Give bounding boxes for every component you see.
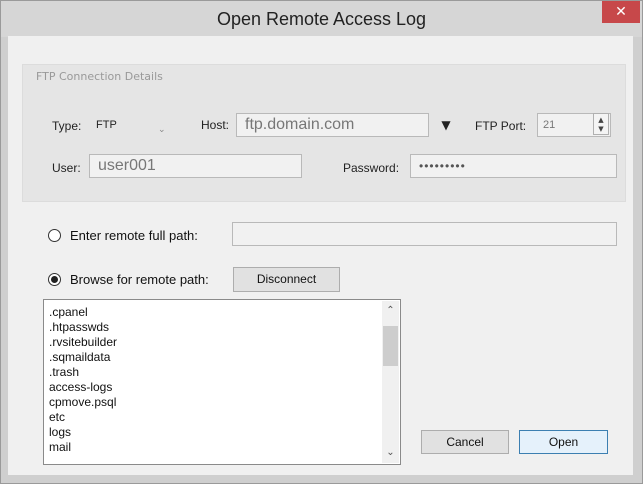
cancel-button[interactable]: Cancel <box>421 430 509 454</box>
list-item[interactable]: etc <box>49 410 65 425</box>
radio-selected-dot <box>51 276 58 283</box>
open-button[interactable]: Open <box>519 430 608 454</box>
user-input-value: user001 <box>98 157 156 174</box>
spin-down-icon[interactable]: ▼ <box>594 124 608 134</box>
browse-path-radio[interactable] <box>48 273 61 286</box>
list-item[interactable]: logs <box>49 425 71 440</box>
chevron-down-icon[interactable]: ⌄ <box>158 125 166 135</box>
close-button[interactable]: ✕ <box>602 1 640 23</box>
vertical-scrollbar[interactable]: ⌃ ⌄ <box>382 301 399 463</box>
remote-path-input[interactable] <box>232 222 617 246</box>
list-item[interactable]: .trash <box>49 365 79 380</box>
list-item[interactable]: cpmove.psql <box>49 395 116 410</box>
scroll-up-icon[interactable]: ⌃ <box>384 304 397 318</box>
enter-path-label: Enter remote full path: <box>70 228 198 243</box>
user-label: User: <box>52 161 81 175</box>
host-label: Host: <box>201 118 230 132</box>
scroll-down-icon[interactable]: ⌄ <box>384 446 397 460</box>
list-item[interactable]: .rvsitebuilder <box>49 335 117 350</box>
triangle-down-icon[interactable]: ▼ <box>436 114 456 136</box>
port-spinner[interactable]: ▲ ▼ <box>593 113 609 135</box>
list-item[interactable]: mail <box>49 440 71 455</box>
host-input[interactable]: ftp.domain.com <box>236 113 429 137</box>
close-icon: ✕ <box>615 4 627 20</box>
password-input[interactable]: ••••••••• <box>410 154 617 178</box>
window-title: Open Remote Access Log <box>216 9 427 29</box>
disconnect-button[interactable]: Disconnect <box>233 267 340 292</box>
password-label: Password: <box>343 161 400 175</box>
remote-file-list[interactable]: .cpanel .htpasswds .rvsitebuilder .sqmai… <box>43 299 401 465</box>
type-label: Type: <box>52 119 82 133</box>
port-label: FTP Port: <box>475 119 527 133</box>
title-bar[interactable]: Open Remote Access Log ✕ <box>1 1 642 37</box>
list-item[interactable]: access-logs <box>49 380 112 395</box>
list-item[interactable]: .sqmaildata <box>49 350 110 365</box>
browse-path-label: Browse for remote path: <box>70 272 209 287</box>
port-input-value: 21 <box>543 119 556 131</box>
scroll-thumb[interactable] <box>383 326 398 366</box>
user-input[interactable]: user001 <box>89 154 302 178</box>
type-dropdown-value[interactable]: FTP <box>96 119 117 131</box>
list-item[interactable]: .cpanel <box>49 305 88 320</box>
list-item[interactable]: .htpasswds <box>49 320 109 335</box>
host-input-value: ftp.domain.com <box>245 116 355 133</box>
enter-path-radio[interactable] <box>48 229 61 242</box>
group-title: FTP Connection Details <box>36 70 163 83</box>
password-input-value: ••••••••• <box>419 159 466 173</box>
